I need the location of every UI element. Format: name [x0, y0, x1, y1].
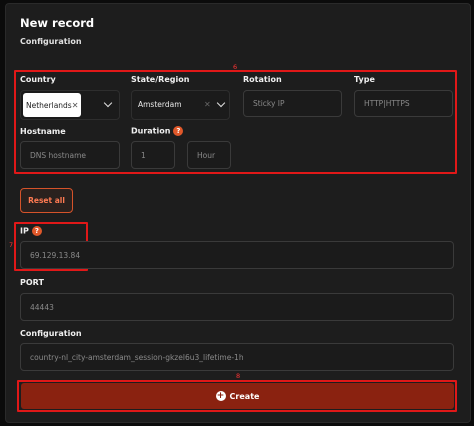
- rotation-label: Rotation: [243, 75, 282, 84]
- hostname-input[interactable]: DNS hostname: [20, 141, 120, 169]
- marker-config: 6: [233, 63, 238, 71]
- plus-icon: +: [215, 390, 226, 401]
- help-icon[interactable]: ?: [173, 126, 184, 136]
- clear-icon[interactable]: ✕: [204, 100, 211, 109]
- port-label: PORT: [20, 278, 44, 287]
- ip-label: IP?: [20, 226, 42, 236]
- page-title: New record: [20, 16, 95, 30]
- chevron-down-icon[interactable]: [216, 98, 226, 108]
- duration-value-input[interactable]: 1: [131, 141, 175, 169]
- marker-ip: 7: [9, 241, 14, 249]
- type-input[interactable]: HTTP|HTTPS: [354, 90, 453, 117]
- duration-label-text: Duration: [131, 126, 171, 136]
- help-icon[interactable]: ?: [31, 226, 42, 236]
- type-label: Type: [354, 75, 375, 84]
- chevron-down-icon[interactable]: [103, 98, 113, 108]
- hostname-label: Hostname: [20, 127, 66, 136]
- port-input[interactable]: 44443: [20, 293, 454, 321]
- state-label: State/Region: [131, 75, 190, 84]
- ip-input[interactable]: 69.129.13.84: [20, 241, 454, 269]
- country-chip-label: Netherlands: [26, 100, 72, 110]
- country-chip: Netherlands ✕: [23, 93, 81, 117]
- duration-label: Duration?: [131, 126, 184, 136]
- state-select[interactable]: Amsterdam ✕: [131, 90, 230, 120]
- create-label: Create: [229, 391, 260, 401]
- configuration-label: Configuration: [20, 329, 82, 338]
- create-button[interactable]: + Create: [21, 383, 454, 409]
- ip-label-text: IP: [20, 226, 29, 236]
- rotation-input[interactable]: Sticky IP: [243, 90, 342, 117]
- marker-create: 8: [236, 372, 241, 380]
- reset-all-button[interactable]: Reset all: [20, 188, 73, 213]
- state-value: Amsterdam: [138, 100, 182, 109]
- country-label: Country: [20, 75, 56, 84]
- duration-unit-input[interactable]: Hour: [187, 141, 231, 169]
- section-subtitle: Configuration: [20, 37, 82, 46]
- country-select[interactable]: Netherlands ✕: [20, 90, 120, 120]
- chip-remove-icon[interactable]: ✕: [72, 101, 79, 110]
- configuration-input[interactable]: country-nl_city-amsterdam_session-gkzel6…: [20, 343, 454, 371]
